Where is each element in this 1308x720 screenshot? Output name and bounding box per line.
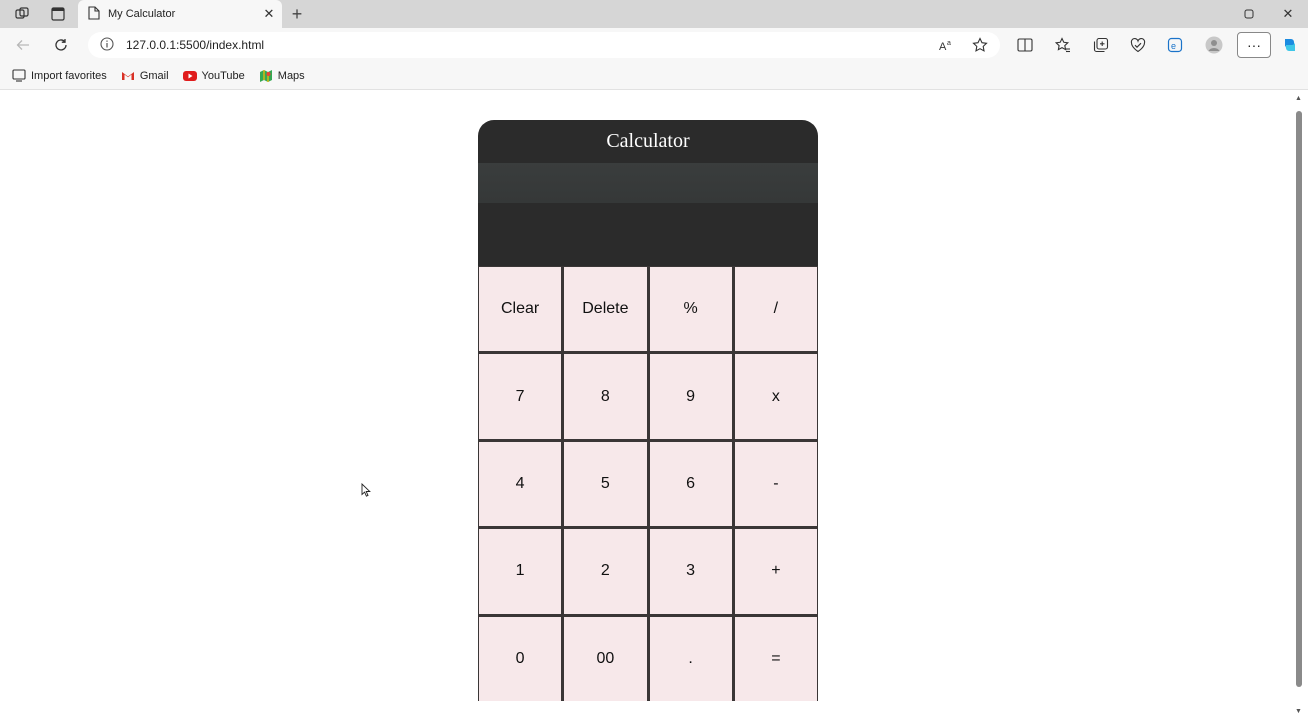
calculator: Calculator Clear Delete % / 7 8 9 x 4 5 … [478, 120, 818, 701]
page-icon [88, 5, 100, 23]
digit-1-button[interactable]: 1 [479, 529, 562, 614]
equals-button[interactable]: = [734, 616, 817, 701]
scroll-up-arrow-icon[interactable]: ▲ [1295, 95, 1302, 102]
gmail-icon [121, 69, 135, 83]
mouse-pointer-icon [361, 482, 371, 502]
profile-avatar-icon[interactable] [1205, 36, 1223, 54]
vertical-scrollbar[interactable]: ▲ ▼ [1295, 95, 1302, 715]
page-viewport: Calculator Clear Delete % / 7 8 9 x 4 5 … [0, 91, 1308, 720]
digit-6-button[interactable]: 6 [649, 441, 732, 527]
digit-3-button[interactable]: 3 [649, 529, 732, 614]
favorites-icon[interactable] [1054, 36, 1072, 54]
browser-tab[interactable]: My Calculator ✕ [78, 0, 282, 28]
browser-title-bar: My Calculator ✕ + ✕ [0, 0, 1308, 28]
browser-essentials-icon[interactable] [1129, 36, 1147, 54]
more-icon: ··· [1247, 37, 1261, 53]
favorites-bar: Import favorites Gmail YouTube Maps [0, 62, 1308, 90]
double-zero-button[interactable]: 00 [564, 616, 647, 701]
percent-button[interactable]: % [649, 267, 732, 352]
split-screen-icon[interactable] [1016, 36, 1034, 54]
edge-extension-icon[interactable]: e [1166, 36, 1184, 54]
divide-button[interactable]: / [734, 267, 817, 352]
calculator-header: Calculator [478, 120, 818, 266]
workspaces-icon[interactable] [14, 6, 30, 22]
calculator-result-display [478, 203, 818, 266]
add-button[interactable]: + [734, 529, 817, 614]
url-text: 127.0.0.1:5500/index.html [126, 38, 265, 52]
browser-toolbar: 127.0.0.1:5500/index.html Aa e ··· [0, 28, 1308, 62]
svg-text:a: a [947, 40, 951, 47]
calculator-keypad: Clear Delete % / 7 8 9 x 4 5 6 - 1 2 3 +… [478, 266, 818, 701]
digit-4-button[interactable]: 4 [479, 441, 562, 527]
tab-title: My Calculator [108, 8, 176, 20]
subtract-button[interactable]: - [734, 441, 817, 527]
bookmark-gmail[interactable]: Gmail [121, 69, 169, 83]
maps-icon [259, 69, 273, 83]
site-info-icon[interactable] [100, 36, 114, 54]
read-aloud-icon[interactable]: Aa [937, 36, 955, 54]
delete-button[interactable]: Delete [564, 267, 647, 352]
settings-and-more-button[interactable]: ··· [1237, 32, 1271, 58]
digit-7-button[interactable]: 7 [479, 354, 562, 439]
refresh-icon[interactable] [52, 36, 70, 54]
bookmark-label: Gmail [139, 69, 169, 82]
address-bar[interactable]: 127.0.0.1:5500/index.html [88, 32, 1000, 58]
tab-actions-icon[interactable] [50, 6, 66, 22]
calculator-input-display[interactable] [478, 163, 818, 203]
svg-text:A: A [939, 41, 947, 52]
favorite-star-icon[interactable] [971, 36, 989, 54]
digit-2-button[interactable]: 2 [564, 529, 647, 614]
copilot-icon[interactable] [1281, 36, 1299, 54]
close-window-icon[interactable]: ✕ [1279, 5, 1297, 23]
digit-0-button[interactable]: 0 [479, 616, 562, 701]
bookmark-label: Import favorites [31, 69, 107, 82]
close-tab-icon[interactable]: ✕ [260, 5, 278, 23]
collections-icon[interactable] [1092, 36, 1110, 54]
calculator-title: Calculator [606, 130, 690, 152]
bookmark-youtube[interactable]: YouTube [182, 69, 245, 83]
svg-text:e: e [1171, 41, 1176, 51]
import-icon [12, 69, 26, 83]
digit-8-button[interactable]: 8 [564, 354, 647, 439]
multiply-button[interactable]: x [734, 354, 817, 439]
scroll-down-arrow-icon[interactable]: ▼ [1295, 708, 1302, 715]
youtube-icon [182, 69, 197, 83]
digit-9-button[interactable]: 9 [649, 354, 732, 439]
bookmark-label: Maps [277, 69, 305, 82]
bookmark-import-favorites[interactable]: Import favorites [12, 69, 107, 83]
bookmark-maps[interactable]: Maps [259, 69, 305, 83]
restore-window-icon[interactable] [1240, 5, 1258, 23]
scrollbar-thumb[interactable] [1296, 111, 1302, 687]
new-tab-icon[interactable]: + [288, 4, 306, 24]
digit-5-button[interactable]: 5 [564, 441, 647, 527]
clear-button[interactable]: Clear [479, 267, 562, 352]
bookmark-label: YouTube [201, 69, 245, 82]
back-arrow-icon[interactable] [14, 36, 32, 54]
decimal-point-button[interactable]: . [649, 616, 732, 701]
